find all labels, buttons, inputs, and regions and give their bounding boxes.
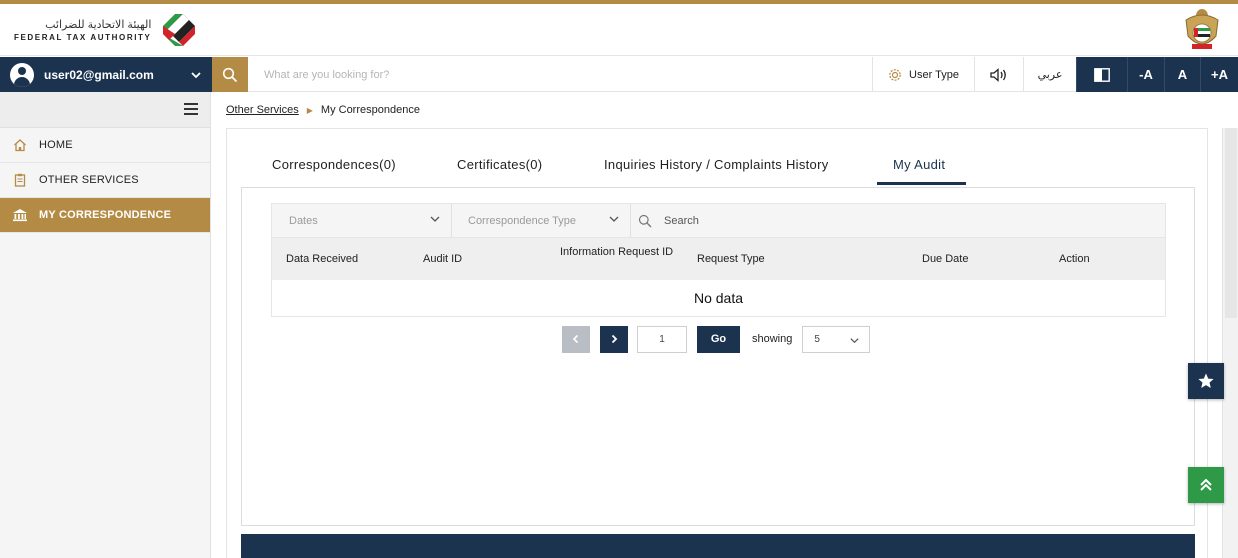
text-to-speech-button[interactable] — [974, 57, 1023, 92]
tab-correspondences[interactable]: Correspondences(0) — [272, 157, 396, 172]
font-increase-button[interactable]: +A — [1200, 57, 1238, 92]
column-header-action: Action — [1059, 253, 1090, 265]
font-reset-button[interactable]: A — [1164, 57, 1200, 92]
dates-filter-label: Dates — [289, 214, 318, 227]
site-header: الهيئة الاتحادية للضرائب FEDERAL TAX AUT… — [0, 4, 1238, 56]
go-button[interactable]: Go — [697, 325, 740, 353]
chevron-down-icon — [850, 337, 859, 343]
chevron-down-icon — [430, 216, 440, 222]
next-page-button[interactable] — [600, 325, 628, 353]
breadcrumb-separator-icon: ▶ — [306, 105, 313, 115]
correspondence-type-filter-label: Correspondence Type — [468, 214, 577, 227]
tab-inquiries-complaints-history[interactable]: Inquiries History / Complaints History — [604, 157, 829, 172]
logo-arabic-text: الهيئة الاتحادية للضرائب — [45, 19, 152, 31]
page-size-value: 5 — [814, 333, 820, 345]
column-header-audit-id[interactable]: Audit ID — [423, 253, 462, 266]
user-type-button[interactable]: User Type — [872, 57, 974, 92]
fta-logo-mark-icon — [163, 13, 196, 46]
table-header: Data Received Audit ID Information Reque… — [271, 238, 1166, 280]
clipboard-icon — [12, 172, 28, 188]
active-tab-indicator — [877, 182, 966, 185]
uae-emblem-icon — [1185, 9, 1219, 49]
language-toggle[interactable]: عربي — [1023, 57, 1076, 92]
logo-english-text: FEDERAL TAX AUTHORITY — [14, 33, 152, 42]
column-header-request-type[interactable]: Request Type — [697, 253, 765, 266]
column-header-information-request-id[interactable]: Information Request ID — [560, 246, 678, 259]
tab-certificates[interactable]: Certificates(0) — [457, 157, 542, 172]
column-header-due-date[interactable]: Due Date — [922, 253, 968, 266]
scroll-to-top-button[interactable] — [1188, 467, 1224, 503]
column-header-data-received[interactable]: Data Received — [286, 253, 358, 266]
site-search-input[interactable] — [250, 57, 870, 92]
previous-page-button[interactable] — [562, 325, 590, 353]
hamburger-menu-icon[interactable] — [184, 103, 198, 115]
showing-label: showing — [752, 333, 793, 345]
sidebar-item-home[interactable]: HOME — [0, 128, 210, 163]
toolbar: user02@gmail.com User Type عربي -A A +A — [0, 57, 1238, 92]
speaker-icon — [990, 67, 1006, 82]
tab-bar: Correspondences(0) Certificates(0) Inqui… — [227, 129, 1209, 187]
contrast-icon — [1094, 67, 1110, 82]
page-number-input[interactable] — [637, 325, 687, 353]
star-icon — [1198, 373, 1214, 388]
page-size-select[interactable]: 5 — [802, 325, 871, 353]
audit-panel: Dates Correspondence Type Data Received … — [241, 187, 1195, 526]
font-decrease-button[interactable]: -A — [1127, 57, 1164, 92]
breadcrumb-link-other-services[interactable]: Other Services — [226, 104, 299, 116]
filter-bar: Dates Correspondence Type — [271, 203, 1166, 238]
user-email: user02@gmail.com — [44, 67, 154, 82]
correspondence-card: Correspondences(0) Certificates(0) Inqui… — [226, 128, 1208, 558]
breadcrumb: Other Services ▶ My Correspondence — [226, 104, 420, 116]
audit-search-input[interactable] — [664, 214, 1084, 227]
user-account-dropdown[interactable]: user02@gmail.com — [0, 57, 212, 92]
fta-logo[interactable]: الهيئة الاتحادية للضرائب FEDERAL TAX AUT… — [14, 8, 201, 52]
tab-my-audit[interactable]: My Audit — [893, 157, 945, 172]
home-icon — [12, 137, 28, 153]
search-icon — [222, 67, 238, 82]
chevron-right-icon — [611, 334, 618, 344]
user-avatar-icon — [10, 62, 34, 87]
bank-icon — [12, 207, 28, 223]
sidebar: HOME OTHER SERVICES MY CORRESPONDENCE — [0, 92, 211, 558]
scrollbar-thumb[interactable] — [1225, 128, 1237, 318]
sidebar-item-label: OTHER SERVICES — [39, 174, 139, 186]
chevron-down-icon — [191, 71, 201, 78]
correspondence-type-filter-dropdown[interactable]: Correspondence Type — [452, 204, 630, 237]
breadcrumb-current: My Correspondence — [320, 104, 420, 116]
contrast-toggle-button[interactable] — [1076, 57, 1127, 92]
card-footer-bar — [241, 534, 1195, 558]
sidebar-item-other-services[interactable]: OTHER SERVICES — [0, 163, 210, 198]
chevron-down-icon — [609, 216, 619, 222]
sidebar-item-my-correspondence[interactable]: MY CORRESPONDENCE — [0, 198, 210, 233]
favorites-button[interactable] — [1188, 363, 1224, 399]
table-empty-row: No data — [271, 280, 1166, 317]
double-chevron-up-icon — [1200, 478, 1212, 491]
search-button[interactable] — [212, 57, 248, 92]
page-scrollbar[interactable] — [1222, 128, 1238, 558]
search-icon — [638, 214, 652, 227]
user-type-label: User Type — [909, 68, 959, 81]
sidebar-item-label: MY CORRESPONDENCE — [39, 209, 172, 221]
chevron-left-icon — [572, 334, 579, 344]
gear-icon — [889, 68, 901, 81]
dates-filter-dropdown[interactable]: Dates — [272, 204, 451, 237]
pagination: Go showing 5 — [562, 325, 871, 353]
sidebar-item-label: HOME — [39, 139, 73, 151]
